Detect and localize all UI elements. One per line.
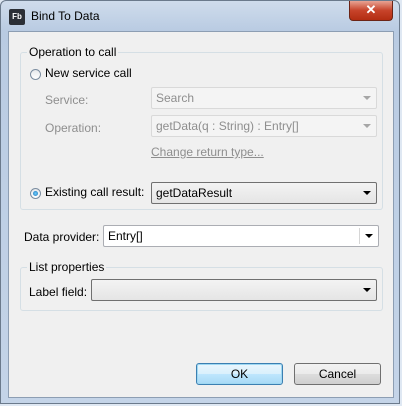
data-provider-label: Data provider: (24, 230, 100, 244)
ok-button[interactable]: OK (196, 363, 283, 385)
dialog-body: Operation to call New service call Servi… (8, 31, 394, 398)
chevron-down-icon (363, 191, 371, 195)
operation-to-call-group: Operation to call New service call Servi… (20, 45, 383, 210)
operation-value: getData(q : String) : Entry[] (156, 119, 299, 133)
chevron-down-icon[interactable] (365, 234, 373, 238)
new-service-call-label[interactable]: New service call (45, 66, 132, 80)
data-provider-combo[interactable]: Entry[] (103, 225, 379, 247)
dialog-window: Fb Bind To Data ✕ Operation to call New … (0, 0, 400, 404)
existing-call-result-value: getDataResult (156, 186, 233, 200)
cancel-button[interactable]: Cancel (294, 363, 381, 385)
service-label: Service: (45, 93, 89, 107)
chevron-down-icon (363, 96, 371, 100)
list-properties-legend: List properties (27, 260, 107, 274)
chevron-down-icon (363, 288, 371, 292)
operation-label: Operation: (45, 121, 102, 135)
dialog-title: Bind To Data (31, 9, 100, 23)
list-properties-group: List properties Label field: (20, 260, 383, 311)
operation-combo[interactable]: getData(q : String) : Entry[] (151, 115, 377, 137)
change-return-type-link[interactable]: Change return type... (151, 145, 264, 159)
label-field-combo[interactable] (91, 279, 377, 301)
service-combo[interactable]: Search (151, 87, 377, 109)
close-button[interactable]: ✕ (349, 1, 393, 21)
label-field-label: Label field: (29, 285, 88, 299)
title-bar[interactable]: Fb Bind To Data ✕ (1, 1, 399, 31)
existing-call-result-label[interactable]: Existing call result: (45, 185, 144, 199)
flash-builder-icon: Fb (9, 9, 25, 25)
new-service-call-radio[interactable] (30, 69, 41, 80)
chevron-down-icon (363, 124, 371, 128)
operation-group-legend: Operation to call (27, 45, 119, 59)
close-icon: ✕ (365, 2, 377, 17)
combo-separator (359, 228, 360, 244)
existing-call-result-combo[interactable]: getDataResult (151, 182, 377, 204)
service-value: Search (156, 91, 195, 105)
existing-call-result-radio[interactable] (30, 188, 41, 199)
data-provider-value: Entry[] (108, 229, 143, 243)
